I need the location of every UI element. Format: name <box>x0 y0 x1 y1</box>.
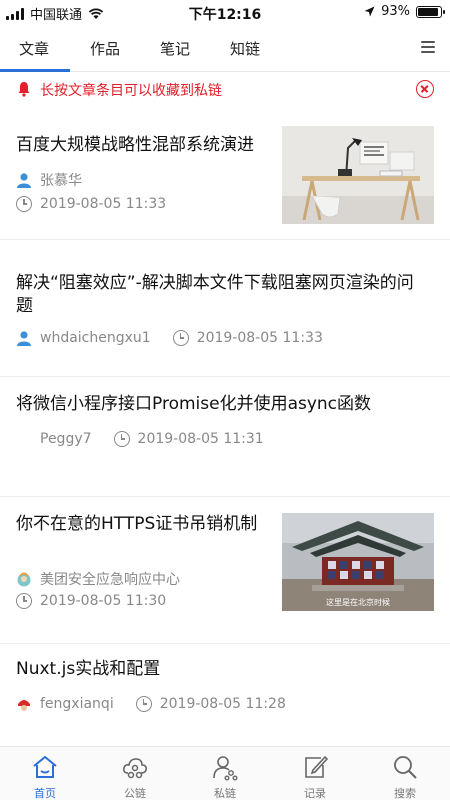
clock-icon <box>16 593 32 609</box>
tab-notes[interactable]: 笔记 <box>160 38 190 59</box>
author-avatar-icon <box>18 700 30 711</box>
author-avatar-icon <box>17 331 31 346</box>
clock-icon <box>172 330 189 346</box>
image-caption: 这里是在北京时候 <box>326 597 390 607</box>
battery-percent: 93% <box>381 4 410 19</box>
tab-articles[interactable]: 文章 <box>19 38 49 59</box>
nav-home-label: 首页 <box>34 787 56 800</box>
nav-search[interactable]: 搜索 <box>360 747 450 800</box>
article-item[interactable]: 将微信小程序接口Promise化并使用async函数 Peggy7 2019-0… <box>0 377 450 497</box>
private-link-icon <box>213 756 238 781</box>
nav-public-links-label: 公链 <box>124 787 146 800</box>
article-author: 美团安全应急响应中心 <box>16 569 180 589</box>
article-time: 2019-08-05 11:30 <box>16 593 166 609</box>
nav-private-links[interactable]: 私链 <box>180 747 270 800</box>
battery-icon <box>416 5 445 18</box>
clock-icon <box>113 431 130 447</box>
article-item[interactable]: 解决“阻塞效应”-解决脚本文件下载阻塞网页渲染的问题 whdaichengxu1… <box>0 240 450 377</box>
nav-home[interactable]: 首页 <box>0 747 90 800</box>
author-name: 美团安全应急响应中心 <box>40 572 180 588</box>
article-thumbnail[interactable]: 这里是在北京时候 <box>282 513 434 611</box>
article-item[interactable]: 百度大规模战略性混部系统演进 张慕华 2019-08-05 11:33 <box>0 106 450 240</box>
nav-public-links[interactable]: 公链 <box>90 747 180 800</box>
tab-works[interactable]: 作品 <box>90 38 120 59</box>
article-title[interactable]: 百度大规模战略性混部系统演进 <box>16 134 276 157</box>
author-avatar-icon <box>17 173 31 188</box>
publish-time: 2019-08-05 11:31 <box>137 431 264 447</box>
bell-icon <box>18 82 30 97</box>
nav-search-label: 搜索 <box>394 787 416 800</box>
bottom-navigation: 首页 公链 私链 记录 搜索 <box>0 746 450 800</box>
article-item[interactable]: 你不在意的HTTPS证书吊销机制 美团安全应急响应中心 2019-08-05 1… <box>0 497 450 644</box>
home-icon <box>33 755 57 778</box>
article-time: 2019-08-05 11:33 <box>16 196 166 212</box>
publish-time: 2019-08-05 11:30 <box>40 593 167 609</box>
desk-photo-image <box>282 126 434 224</box>
publish-time: 2019-08-05 11:33 <box>40 196 167 212</box>
nav-records-label: 记录 <box>304 787 326 800</box>
author-name: fengxianqi <box>40 696 114 712</box>
article-meta: whdaichengxu1 2019-08-05 11:33 <box>16 330 323 346</box>
publish-time: 2019-08-05 11:33 <box>196 330 323 346</box>
article-title[interactable]: Nuxt.js实战和配置 <box>16 658 426 681</box>
tab-knowledge-links[interactable]: 知链 <box>230 38 260 59</box>
category-tabs: 文章 作品 笔记 知链 <box>0 28 450 72</box>
edit-icon <box>305 755 329 778</box>
author-avatar-icon <box>17 572 31 587</box>
article-meta: fengxianqi 2019-08-05 11:28 <box>16 696 286 712</box>
article-title[interactable]: 解决“阻塞效应”-解决脚本文件下载阻塞网页渲染的问题 <box>16 272 426 318</box>
article-author: 张慕华 <box>16 170 82 190</box>
author-name: 张慕华 <box>40 173 82 189</box>
article-thumbnail[interactable] <box>282 126 434 224</box>
author-name: whdaichengxu1 <box>40 330 151 346</box>
publish-time: 2019-08-05 11:28 <box>159 696 286 712</box>
article-title[interactable]: 将微信小程序接口Promise化并使用async函数 <box>16 393 426 416</box>
cloud-link-icon <box>123 758 147 779</box>
search-icon <box>394 756 417 779</box>
close-icon[interactable] <box>416 80 434 98</box>
collect-hint-banner: 长按文章条目可以收藏到私链 <box>0 74 450 104</box>
active-tab-indicator <box>0 69 70 72</box>
nav-records[interactable]: 记录 <box>270 747 360 800</box>
battery-fill <box>418 7 439 16</box>
menu-icon[interactable] <box>421 41 435 53</box>
article-item[interactable]: Nuxt.js实战和配置 fengxianqi 2019-08-05 11:28 <box>0 644 450 746</box>
clock-icon <box>16 196 32 212</box>
clock-icon <box>135 696 152 712</box>
author-name: Peggy7 <box>40 431 92 447</box>
article-meta: Peggy7 2019-08-05 11:31 <box>40 431 264 447</box>
nav-private-links-label: 私链 <box>214 787 236 800</box>
status-bar: 中国联通 下午12:16 93% <box>0 0 450 24</box>
hint-text: 长按文章条目可以收藏到私链 <box>40 83 222 99</box>
pavilion-photo-image: 这里是在北京时候 <box>282 513 434 611</box>
location-icon <box>364 6 375 17</box>
article-title[interactable]: 你不在意的HTTPS证书吊销机制 <box>16 513 266 536</box>
